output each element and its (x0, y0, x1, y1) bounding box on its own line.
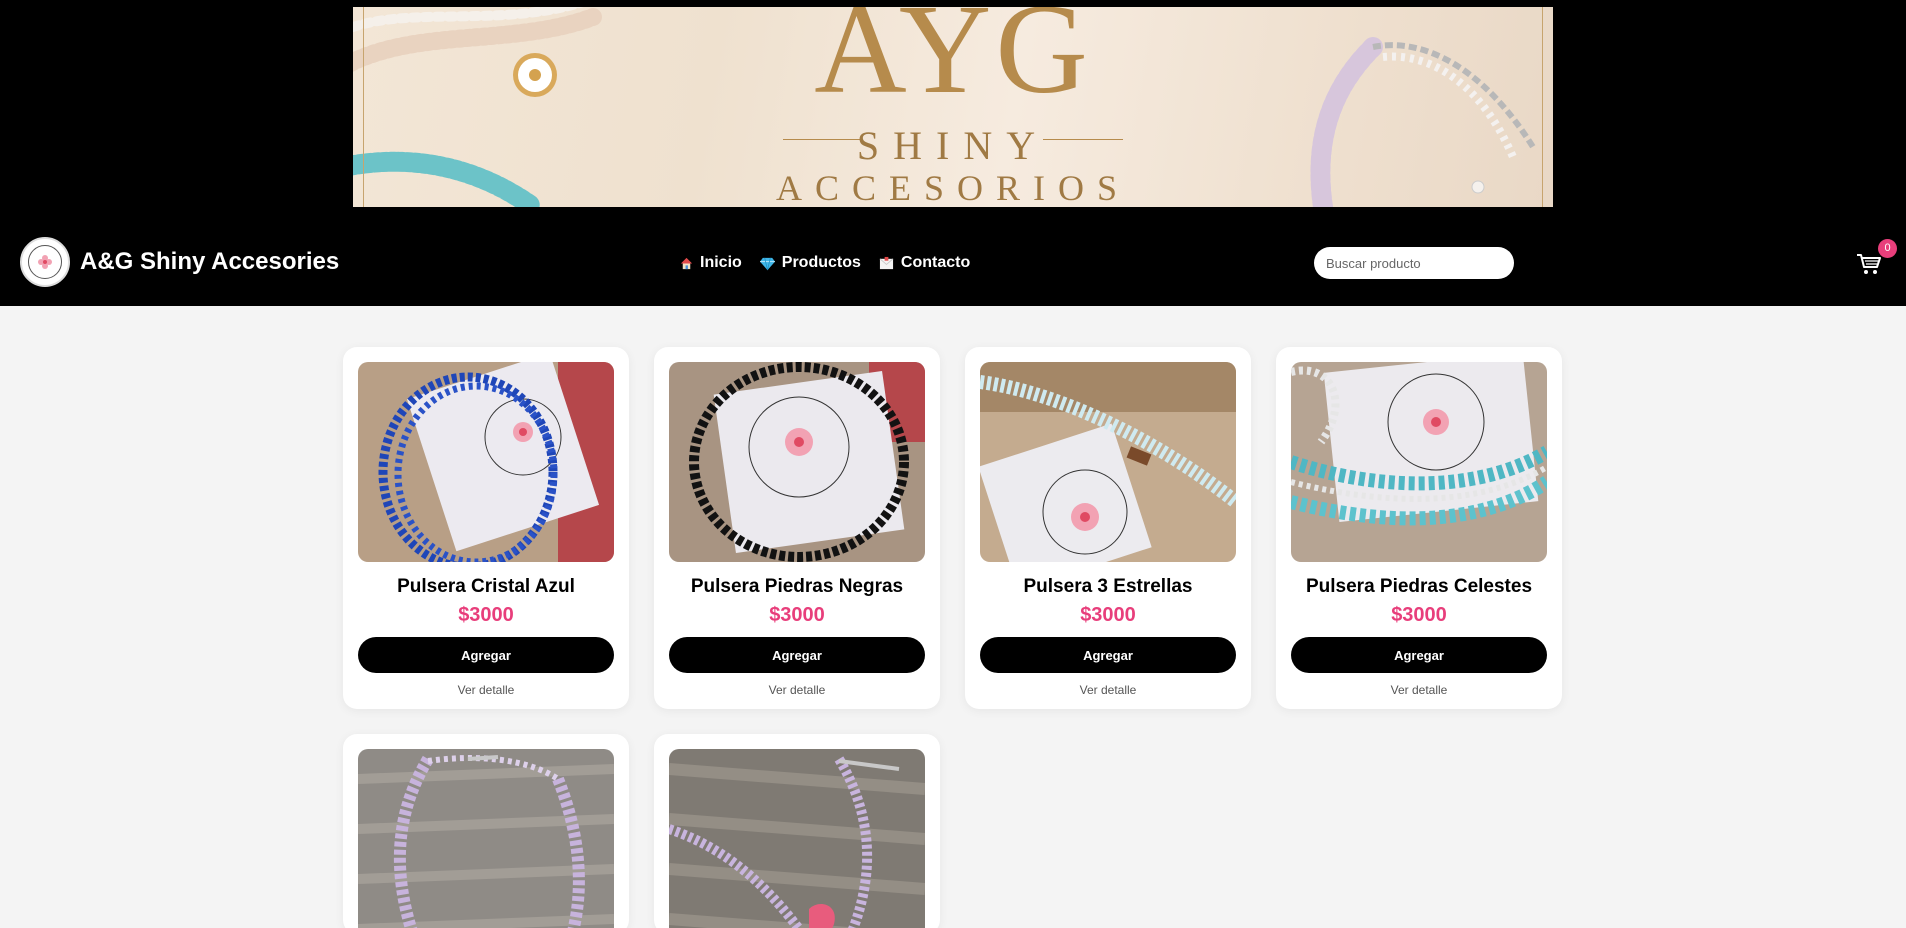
product-card: Pulsera Piedras Negras $3000 Agregar Ver… (654, 347, 940, 709)
house-icon (678, 255, 694, 271)
product-price: $3000 (769, 604, 825, 626)
nav-contacto[interactable]: Contacto (879, 254, 970, 272)
search-input[interactable] (1314, 247, 1514, 279)
cart-count-badge: 0 (1878, 239, 1897, 258)
product-card (654, 734, 940, 928)
add-to-cart-button[interactable]: Agregar (358, 637, 614, 673)
banner-tagline: ACCESORIOS (775, 168, 1131, 207)
main-nav: Inicio Productos Contacto (678, 254, 970, 272)
banner-title: AYG (814, 7, 1092, 120)
product-price: $3000 (1391, 604, 1447, 626)
nav-inicio[interactable]: Inicio (678, 254, 742, 272)
banner-image: AYG SHINY ACCESORIOS (353, 7, 1553, 207)
product-name: Pulsera 3 Estrellas (1023, 576, 1193, 597)
brand-logo[interactable] (20, 237, 70, 287)
product-name: Pulsera Piedras Negras (690, 576, 904, 597)
product-image[interactable] (669, 749, 925, 928)
product-card: Pulsera 3 Estrellas $3000 Agregar Ver de… (965, 347, 1251, 709)
product-price: $3000 (458, 604, 514, 626)
gem-icon (760, 255, 776, 271)
product-card: Pulsera Cristal Azul $3000 Agregar Ver d… (343, 347, 629, 709)
add-to-cart-button[interactable]: Agregar (669, 637, 925, 673)
product-image[interactable] (669, 362, 925, 562)
flower-icon (38, 255, 52, 269)
product-price: $3000 (1080, 604, 1136, 626)
nav-productos[interactable]: Productos (760, 254, 861, 272)
nav-productos-label: Productos (781, 254, 861, 271)
product-image[interactable] (358, 749, 614, 928)
product-image[interactable] (358, 362, 614, 562)
banner-subtitle: SHINY (856, 123, 1050, 168)
product-image[interactable] (1291, 362, 1547, 562)
product-image[interactable] (980, 362, 1236, 562)
view-detail-link[interactable]: Ver detalle (669, 683, 925, 697)
product-card: Pulsera Piedras Celestes $3000 Agregar V… (1276, 347, 1562, 709)
brand-name[interactable]: A&G Shiny Accesories (80, 248, 339, 276)
nav-contacto-label: Contacto (900, 254, 971, 271)
view-detail-link[interactable]: Ver detalle (980, 683, 1236, 697)
add-to-cart-button[interactable]: Agregar (1291, 637, 1547, 673)
nav-inicio-label: Inicio (700, 254, 742, 271)
logo-emblem (28, 245, 62, 279)
view-detail-link[interactable]: Ver detalle (358, 683, 614, 697)
banner-section: AYG SHINY ACCESORIOS (0, 0, 1906, 226)
navbar: A&G Shiny Accesories Inicio Productos Co… (0, 226, 1906, 306)
product-name: Pulsera Piedras Celestes (1305, 576, 1533, 597)
product-name: Pulsera Cristal Azul (397, 576, 575, 597)
view-detail-link[interactable]: Ver detalle (1291, 683, 1547, 697)
add-to-cart-button[interactable]: Agregar (980, 637, 1236, 673)
envelope-icon (879, 255, 895, 271)
product-grid: Pulsera Cristal Azul $3000 Agregar Ver d… (343, 347, 1565, 928)
product-card (343, 734, 629, 928)
cart-icon[interactable] (1856, 252, 1882, 276)
